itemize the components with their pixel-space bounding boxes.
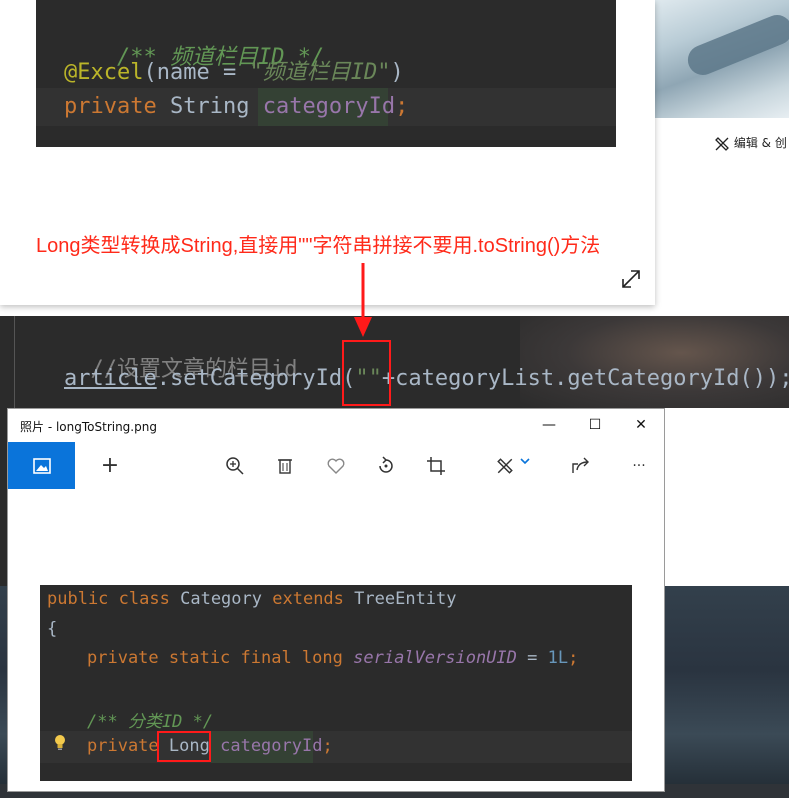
code-keyword: public xyxy=(47,589,109,609)
code-method-call: .setCategoryId( xyxy=(156,366,356,391)
gutter-divider xyxy=(14,316,15,408)
delete-icon[interactable] xyxy=(272,453,298,479)
code-line-mid-call: article.setCategoryId(""+categoryList.ge… xyxy=(64,366,789,391)
code-line-annotation: @Excel(name = "频道栏目ID") xyxy=(64,54,404,86)
highlight-box-empty-string xyxy=(342,340,391,406)
code-line-class: public class Category extends TreeEntity xyxy=(47,589,457,609)
code-keyword: extends xyxy=(272,589,344,609)
expand-icon[interactable] xyxy=(620,268,642,290)
edit-create-icon xyxy=(715,136,729,151)
rotate-icon[interactable] xyxy=(373,453,399,479)
code-semicolon: ; xyxy=(395,94,409,119)
code-keyword: private xyxy=(64,94,157,119)
red-arrow-icon xyxy=(354,263,372,337)
code-comment: /** 分类ID */ xyxy=(87,712,214,732)
photos-app-window: 照片 - longToString.png — ☐ ✕ + ··· public… xyxy=(7,408,665,792)
code-field: categoryId xyxy=(220,736,323,756)
favorite-icon[interactable] xyxy=(323,453,349,479)
code-brace: { xyxy=(47,619,58,639)
background-right-mid xyxy=(663,408,789,586)
code-class-name: Category xyxy=(180,589,262,609)
code-line-field: private String categoryId; xyxy=(64,94,408,119)
code-annotation: @Excel xyxy=(64,60,144,85)
code-equals: = xyxy=(516,648,548,668)
more-options-button[interactable]: ··· xyxy=(626,453,652,479)
code-type: String xyxy=(169,94,250,119)
maximize-button[interactable]: ☐ xyxy=(584,414,606,436)
code-keyword: private xyxy=(87,736,159,756)
code-semicolon: ; xyxy=(322,736,333,756)
share-icon[interactable] xyxy=(568,453,594,479)
edit-create-menu[interactable] xyxy=(493,453,533,479)
chevron-down-icon xyxy=(520,458,530,465)
highlight-box-long-type xyxy=(157,731,211,762)
code-parent-class: TreeEntity xyxy=(354,589,457,609)
code-number: 1L xyxy=(547,648,569,668)
code-line-doc-comment: /** 分类ID */ xyxy=(87,707,213,732)
code-modifiers: private static final long xyxy=(87,648,343,668)
code-paren: ) xyxy=(390,60,404,85)
edit-create-button[interactable]: 编辑 & 创 xyxy=(714,134,787,152)
image-icon xyxy=(33,458,51,474)
window-title: 照片 - longToString.png xyxy=(20,420,157,434)
close-button[interactable]: ✕ xyxy=(630,414,652,436)
background-photo-middle xyxy=(520,316,789,408)
edit-create-label: 编辑 & 创 xyxy=(733,136,787,150)
screenshot-card-top: /** 频道栏目ID */ @Excel(name = "频道栏目ID") pr… xyxy=(0,0,655,305)
code-annotation-args: (name = xyxy=(143,60,250,85)
lightbulb-icon[interactable] xyxy=(53,734,67,752)
minimize-button[interactable]: — xyxy=(538,414,560,436)
code-line-serial: private static final long serialVersionU… xyxy=(87,648,578,668)
code-call-rest: +categoryList.getCategoryId()); xyxy=(381,366,789,391)
zoom-in-icon[interactable] xyxy=(222,453,248,479)
code-string: "频道栏目ID" xyxy=(249,60,391,85)
edit-icon xyxy=(497,458,514,474)
code-keyword: class xyxy=(118,589,170,609)
code-field: serialVersionUID xyxy=(353,648,517,668)
code-object: article xyxy=(64,366,157,391)
background-photo-top xyxy=(655,0,789,118)
code-semicolon: ; xyxy=(568,648,579,668)
add-button[interactable]: + xyxy=(97,453,123,479)
code-field: categoryId xyxy=(262,94,396,119)
code-line-brace: { xyxy=(47,619,57,639)
crop-icon[interactable] xyxy=(423,453,449,479)
collection-tab[interactable] xyxy=(8,442,75,489)
annotation-note: Long类型转换成String,直接用""字符串拼接不要用.toString()… xyxy=(36,235,601,257)
